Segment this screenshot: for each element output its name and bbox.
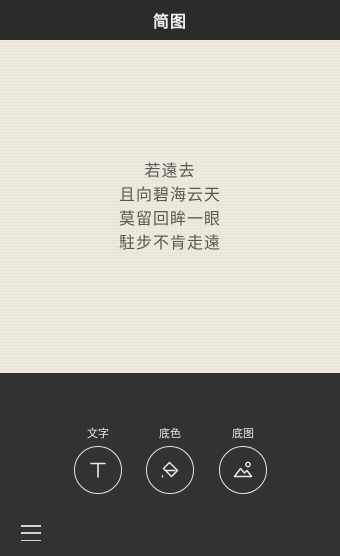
- menu-icon[interactable]: [21, 525, 41, 541]
- poem-line: 且向碧海云天: [118, 185, 221, 204]
- text-tool-button[interactable]: [74, 446, 122, 494]
- bottom-toolbar: 文字 底色 底图: [0, 373, 340, 556]
- image-tool: 底图: [218, 427, 268, 494]
- poem-text[interactable]: 若遠去 且向碧海云天 莫留回眸一眼 駐步不肯走遠: [0, 159, 340, 255]
- text-icon: [90, 462, 106, 478]
- color-tool: 底色: [145, 427, 195, 494]
- poem-canvas[interactable]: 若遠去 且向碧海云天 莫留回眸一眼 駐步不肯走遠: [0, 40, 340, 373]
- text-tool: 文字: [73, 427, 123, 494]
- poem-line: 若遠去: [144, 161, 196, 180]
- app-header: 简图: [0, 0, 340, 40]
- page-title: 简图: [152, 12, 187, 31]
- image-icon: [233, 461, 253, 478]
- color-tool-label: 底色: [159, 427, 181, 440]
- poem-line: 駐步不肯走遠: [118, 233, 221, 252]
- color-tool-button[interactable]: [146, 446, 194, 494]
- image-tool-button[interactable]: [219, 446, 267, 494]
- text-tool-label: 文字: [87, 427, 109, 440]
- paint-bucket-icon: [161, 461, 179, 478]
- image-tool-label: 底图: [232, 427, 254, 440]
- poem-line: 莫留回眸一眼: [118, 209, 221, 228]
